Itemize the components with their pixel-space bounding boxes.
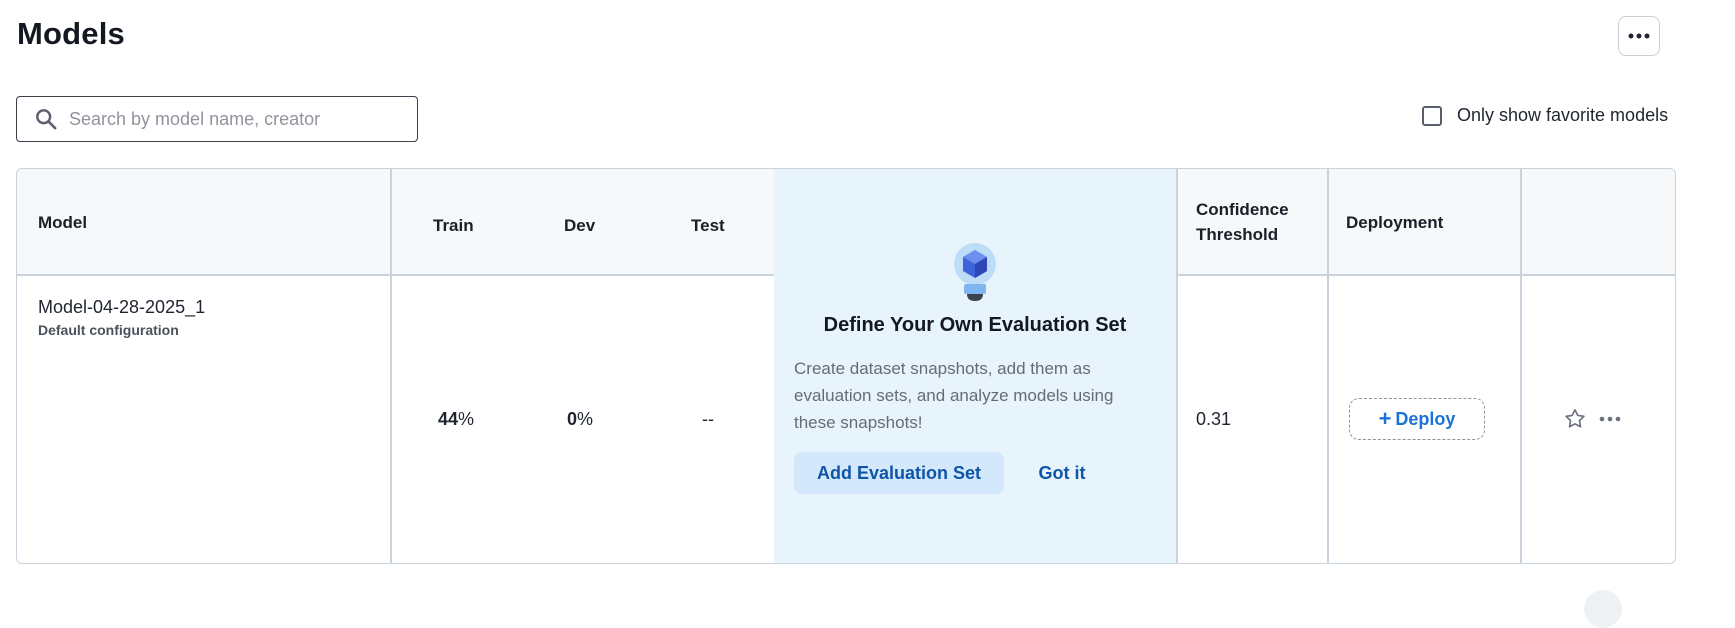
star-outline-icon[interactable]	[1563, 407, 1587, 431]
search-box[interactable]	[16, 96, 418, 142]
deploy-label: Deploy	[1395, 408, 1456, 429]
model-config: Default configuration	[38, 322, 179, 338]
column-header-confidence-line2: Threshold	[1196, 225, 1279, 244]
search-input[interactable]	[67, 107, 401, 131]
evaluation-set-prompt: Define Your Own Evaluation Set Create da…	[774, 169, 1176, 563]
favorite-filter-label: Only show favorite models	[1457, 105, 1669, 125]
column-header-deployment: Deployment	[1346, 213, 1444, 232]
column-header-test: Test	[691, 216, 725, 235]
plus-icon: +	[1378, 406, 1392, 431]
train-score-value: 44	[438, 409, 459, 429]
column-header-model: Model	[38, 213, 88, 232]
deploy-button[interactable]: + Deploy	[1349, 398, 1485, 440]
column-header-train: Train	[433, 216, 474, 235]
page-more-button[interactable]	[1618, 16, 1660, 56]
row-more-icon[interactable]	[1599, 416, 1621, 422]
column-divider	[1520, 169, 1522, 563]
evaluation-set-description: Create dataset snapshots, add them as ev…	[794, 359, 1114, 432]
page-title: Models	[17, 16, 125, 51]
models-table: Model Train Dev Test Confidence Threshol…	[16, 168, 1676, 564]
dev-score-unit: %	[577, 409, 594, 429]
column-divider	[1176, 169, 1178, 563]
row-actions	[1563, 407, 1621, 431]
more-horizontal-icon	[1628, 33, 1650, 39]
lightbulb-cube-icon	[954, 243, 996, 301]
favorite-filter[interactable]: Only show favorite models	[1422, 105, 1668, 126]
column-divider	[390, 169, 392, 563]
floating-action-button[interactable]	[1584, 590, 1622, 628]
model-name[interactable]: Model-04-28-2025_1	[38, 297, 205, 318]
train-score: 44%	[438, 409, 474, 430]
dev-score-value: 0	[567, 409, 578, 429]
confidence-threshold[interactable]: 0.31	[1196, 409, 1231, 430]
column-header-confidence: Confidence Threshold	[1196, 197, 1289, 247]
got-it-button[interactable]: Got it	[1014, 452, 1110, 494]
search-icon	[36, 109, 57, 130]
row-divider	[1176, 274, 1675, 276]
test-score: --	[702, 409, 714, 429]
dev-score: 0%	[567, 409, 593, 430]
row-divider	[17, 274, 774, 276]
column-header-dev: Dev	[564, 216, 596, 235]
train-score-unit: %	[458, 409, 475, 429]
column-header-confidence-line1: Confidence	[1196, 200, 1289, 219]
add-evaluation-set-button[interactable]: Add Evaluation Set	[794, 452, 1004, 494]
column-divider	[1327, 169, 1329, 563]
evaluation-set-title: Define Your Own Evaluation Set	[823, 314, 1127, 336]
favorite-checkbox[interactable]	[1422, 105, 1442, 126]
